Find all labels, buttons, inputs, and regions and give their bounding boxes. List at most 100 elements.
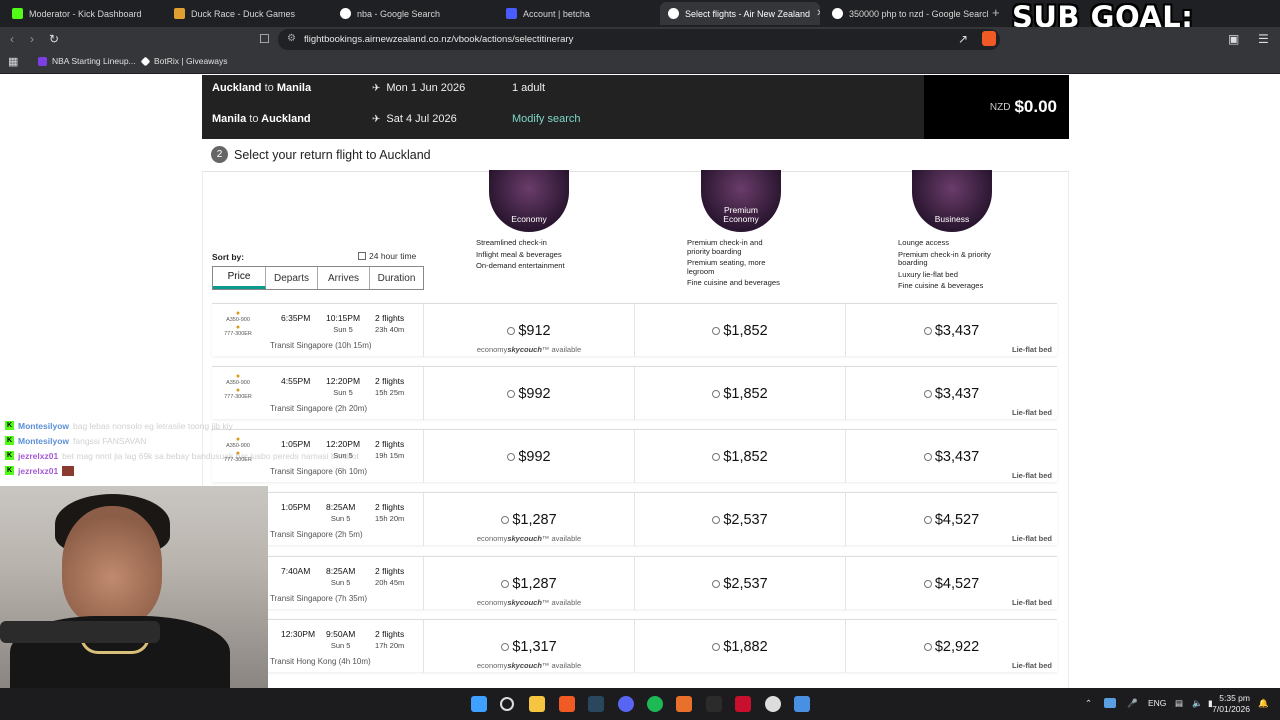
- fare-economy[interactable]: $1,287 economyskycouch™ available: [424, 493, 635, 546]
- bookmark-botrix[interactable]: BotRix | Giveaways: [140, 56, 228, 66]
- tab-kick-dashboard[interactable]: Moderator - Kick Dashboard: [4, 2, 164, 25]
- arrival: 12:20PM Sun 5: [326, 376, 360, 397]
- terminal-icon[interactable]: [706, 696, 722, 712]
- fare-economy[interactable]: $912 economyskycouch™ available: [424, 304, 635, 357]
- fare-radio[interactable]: [712, 389, 721, 398]
- tab-duck-race[interactable]: Duck Race - Duck Games: [166, 2, 330, 25]
- fare-radio[interactable]: [507, 452, 516, 461]
- modify-search-link[interactable]: Modify search: [512, 113, 580, 125]
- fare-radio[interactable]: [507, 389, 516, 398]
- fare-business[interactable]: $2,922 Lie-flat bed: [846, 620, 1057, 673]
- fare-radio[interactable]: [712, 452, 721, 461]
- url-input[interactable]: ⚙ flightbookings.airnewzealand.co.nz/vbo…: [278, 29, 1000, 50]
- fare-economy[interactable]: $992: [424, 430, 635, 483]
- fare-radio[interactable]: [712, 642, 721, 651]
- flight-row[interactable]: ● A350-900 ● 777-300ER 4:55PM 12:20PM Sun 52 f…: [212, 366, 1057, 420]
- start-icon[interactable]: [471, 696, 487, 712]
- sort-tab-departs[interactable]: Departs: [266, 267, 318, 289]
- fare-radio[interactable]: [712, 326, 721, 335]
- tab-php-nzd-search[interactable]: 350000 php to nzd - Google Search: [824, 2, 988, 25]
- leg-date: ✈ Mon 1 Jun 2026: [372, 82, 512, 94]
- fare-radio[interactable]: [501, 579, 510, 588]
- fare-radio[interactable]: [507, 326, 516, 335]
- network-icon[interactable]: ▤: [1175, 698, 1183, 709]
- close-tab-icon[interactable]: ✕: [816, 8, 820, 19]
- flight-row[interactable]: ● A350-900 ● 777-300ER 6:35PM 10:15PM Sun 52 f…: [212, 303, 1057, 357]
- notification-icon[interactable]: 🔔: [1258, 698, 1269, 709]
- fare-premium-economy[interactable]: $2,537: [635, 557, 846, 610]
- fare-economy[interactable]: $1,287 economyskycouch™ available: [424, 557, 635, 610]
- fare-business[interactable]: $3,437 Lie-flat bed: [846, 304, 1057, 357]
- fare-radio[interactable]: [712, 579, 721, 588]
- fare-radio[interactable]: [712, 515, 721, 524]
- fare-premium-economy[interactable]: $1,852: [635, 304, 846, 357]
- airline-logo-icon: ●: [235, 324, 241, 331]
- fare-radio[interactable]: [501, 515, 510, 524]
- reload-icon[interactable]: ↻: [49, 32, 59, 46]
- new-tab-button[interactable]: +: [992, 5, 1000, 20]
- tab-title: Account | betcha: [523, 8, 590, 19]
- flights-count[interactable]: 2 flights: [375, 313, 404, 323]
- sort-tab-price[interactable]: Price: [213, 267, 266, 289]
- site-info-icon[interactable]: ⚙: [287, 33, 296, 44]
- flights-count[interactable]: 2 flights: [375, 629, 404, 639]
- app-icon[interactable]: [676, 696, 692, 712]
- fare-economy[interactable]: $992: [424, 367, 635, 420]
- fare-premium-economy[interactable]: $1,852: [635, 367, 846, 420]
- fare-radio[interactable]: [923, 579, 932, 588]
- sidebar-icon[interactable]: ▣: [1228, 32, 1239, 46]
- apps-grid-icon[interactable]: ▦: [8, 55, 18, 68]
- route-from: Auckland: [212, 82, 262, 94]
- fare-business[interactable]: $3,437 Lie-flat bed: [846, 367, 1057, 420]
- system-clock[interactable]: 5:35 pm 7/01/2026: [1212, 693, 1250, 715]
- tab-nba-search[interactable]: nba - Google Search: [332, 2, 496, 25]
- forward-icon[interactable]: ›: [30, 32, 34, 46]
- tab-betcha[interactable]: Account | betcha: [498, 2, 658, 25]
- chrome-icon[interactable]: [765, 696, 781, 712]
- brave-icon[interactable]: [559, 696, 575, 712]
- fare-radio[interactable]: [923, 642, 932, 651]
- flight-row[interactable]: 1:05PM 8:25AM Sun 5 2 flights 15h 20m Transit…: [212, 492, 1057, 546]
- flights-count[interactable]: 2 flights: [375, 566, 404, 576]
- fare-premium-economy[interactable]: $1,882: [635, 620, 846, 673]
- fare-radio[interactable]: [923, 389, 932, 398]
- checkbox-icon[interactable]: [358, 252, 366, 260]
- fare-business[interactable]: $4,527 Lie-flat bed: [846, 557, 1057, 610]
- share-icon[interactable]: ↗: [958, 32, 968, 46]
- back-icon[interactable]: ‹: [10, 32, 14, 46]
- app-icon[interactable]: [735, 696, 751, 712]
- language-indicator[interactable]: ENG: [1148, 698, 1166, 708]
- fare-radio[interactable]: [923, 515, 932, 524]
- steam-icon[interactable]: [588, 696, 604, 712]
- brave-shields-icon[interactable]: [982, 31, 996, 46]
- menu-icon[interactable]: ☰: [1258, 32, 1269, 46]
- flight-row[interactable]: 7:40AM 8:25AM Sun 5 2 flights 20h 45m Transit…: [212, 556, 1057, 610]
- flight-row[interactable]: 12:30PM 9:50AM Sun 5 2 flights 17h 20m Transi…: [212, 619, 1057, 673]
- file-explorer-icon[interactable]: [529, 696, 545, 712]
- fare-business[interactable]: $3,437 Lie-flat bed: [846, 430, 1057, 483]
- tray-chevron-icon[interactable]: ⌃: [1085, 698, 1092, 709]
- volume-icon[interactable]: 🔈: [1192, 698, 1203, 709]
- fare-radio[interactable]: [923, 326, 932, 335]
- bookmark-nba-lineup[interactable]: NBA Starting Lineup...: [38, 56, 136, 66]
- sort-tab-arrives[interactable]: Arrives: [318, 267, 370, 289]
- fare-radio[interactable]: [501, 642, 510, 651]
- fare-business[interactable]: $4,527 Lie-flat bed: [846, 493, 1057, 546]
- fare-premium-economy[interactable]: $2,537: [635, 493, 846, 546]
- fare-economy[interactable]: $1,317 economyskycouch™ available: [424, 620, 635, 673]
- bookmark-icon[interactable]: ☐: [259, 32, 270, 46]
- flights-count[interactable]: 2 flights: [375, 502, 404, 512]
- calculator-icon[interactable]: [794, 696, 810, 712]
- 24-hour-toggle[interactable]: 24 hour time: [358, 251, 416, 261]
- fare-radio[interactable]: [923, 452, 932, 461]
- discord-icon[interactable]: [618, 696, 634, 712]
- tray-app-icon[interactable]: [1104, 698, 1116, 708]
- sort-tab-duration[interactable]: Duration: [370, 267, 423, 289]
- spotify-icon[interactable]: [647, 696, 663, 712]
- flights-count[interactable]: 2 flights: [375, 376, 404, 386]
- duration: 15h 25m: [375, 388, 405, 397]
- search-icon[interactable]: [500, 697, 514, 711]
- tab-air-new-zealand[interactable]: Select flights - Air New Zealand ✕: [660, 2, 820, 25]
- fare-premium-economy[interactable]: $1,852: [635, 430, 846, 483]
- microphone-icon[interactable]: 🎤: [1127, 698, 1138, 709]
